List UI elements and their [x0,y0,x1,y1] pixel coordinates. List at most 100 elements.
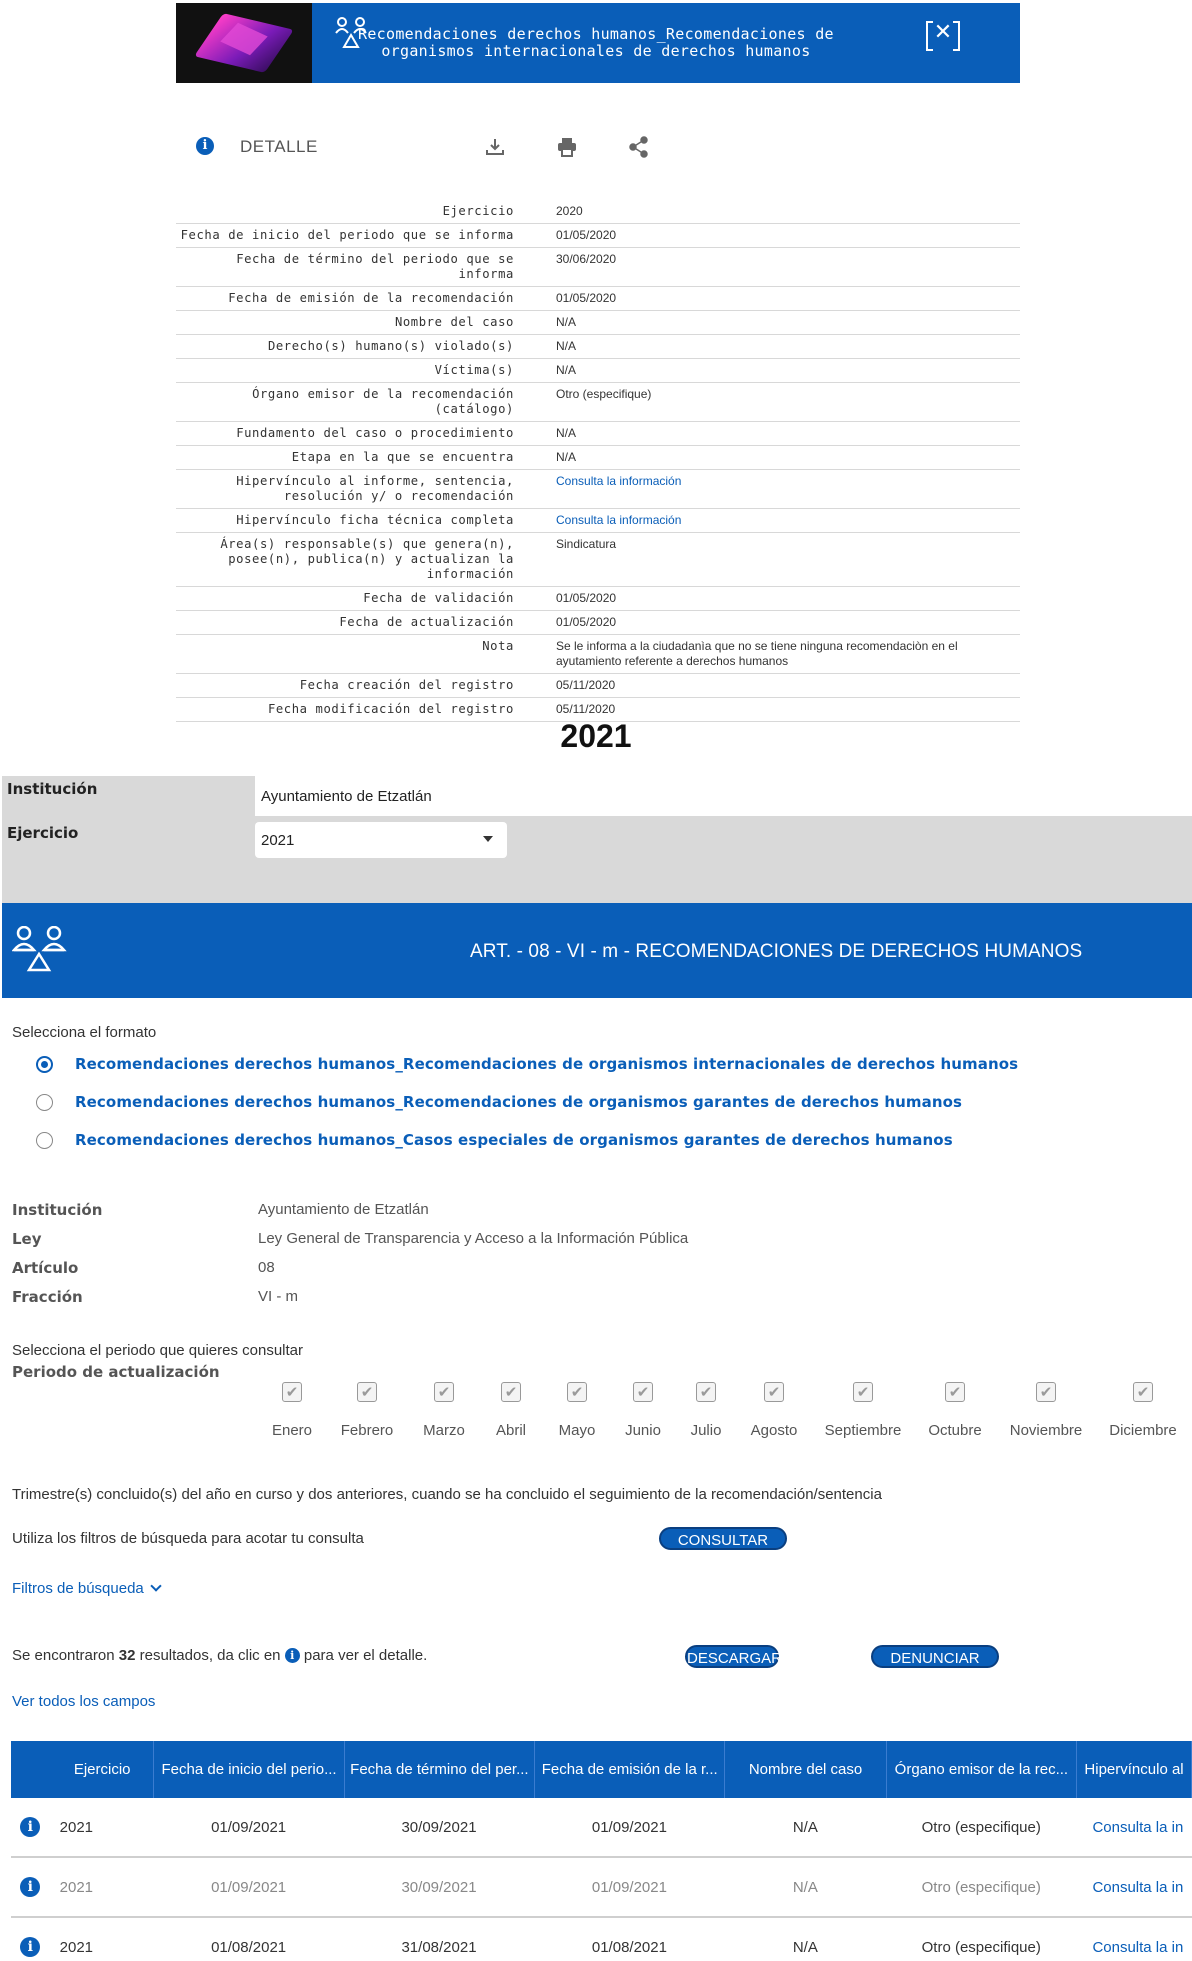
table-cell: Otro (especifique) [921,1938,1041,1956]
info-key: Institución [12,1201,103,1219]
info-icon[interactable]: i [20,1937,41,1957]
detail-value: 01/05/2020 [556,228,617,242]
search-hint: Utiliza los filtros de búsqueda para aco… [12,1530,364,1547]
table-cell: 01/08/2021 [591,1938,667,1956]
month-checkbox[interactable]: ✔ [633,1382,653,1402]
column-header[interactable]: Fecha de emisión de la r... [535,1741,726,1798]
month-checkbox[interactable]: ✔ [282,1382,302,1402]
detail-row: Órgano emisor de la recomendación (catál… [176,383,1020,422]
detail-row: Víctima(s) N/A [176,359,1020,383]
trimestre-text: Trimestre(s) concluido(s) del año en cur… [12,1486,882,1503]
descargar-button[interactable]: DESCARGAR [685,1645,782,1668]
print-icon[interactable] [556,136,578,158]
column-header[interactable]: Hipervínculo al [1077,1741,1192,1798]
table-cell: 30/09/2021 [401,1818,477,1836]
format-option-label[interactable]: Recomendaciones derechos humanos_Casos e… [75,1131,953,1149]
table-cell: 31/08/2021 [401,1938,477,1956]
detail-row: Fundamento del caso o procedimiento N/A [176,422,1020,446]
format-option[interactable]: Recomendaciones derechos humanos_Casos e… [36,1131,953,1149]
month-septiembre[interactable]: ✔ Septiembre [823,1382,903,1439]
share-icon[interactable] [628,136,650,158]
table-cell-link[interactable]: Consulta la in [1076,1879,1192,1896]
results-count: 32 [118,1647,136,1664]
detail-value: Otro (especifique) [556,387,652,401]
month-agosto[interactable]: ✔ Agosto [734,1382,814,1439]
month-checkbox[interactable]: ✔ [501,1382,521,1402]
info-icon[interactable]: i [20,1877,41,1897]
ejercicio-select[interactable]: 2021 [255,822,507,858]
denunciar-button[interactable]: DENUNCIAR [871,1645,999,1668]
detail-key: Derecho(s) humano(s) violado(s) [267,339,514,353]
table-cell: 01/08/2021 [211,1938,287,1956]
detail-value: 01/05/2020 [556,615,617,629]
chevron-down-icon [150,1580,162,1592]
detail-key: Fecha modificación del registro [267,702,514,716]
detail-value: N/A [556,339,577,353]
download-icon[interactable] [484,136,506,158]
modal-header: Recomendaciones derechos humanos_Recomen… [176,3,1020,83]
month-checkbox[interactable]: ✔ [567,1382,587,1402]
detail-key: Fecha de emisión de la recomendación [228,291,514,305]
format-option-label[interactable]: Recomendaciones derechos humanos_Recomen… [75,1093,962,1111]
month-checkbox[interactable]: ✔ [853,1382,873,1402]
month-enero[interactable]: ✔ Enero [252,1382,332,1439]
table-cell-link[interactable]: Consulta la in [1076,1939,1192,1956]
detail-value: N/A [556,315,577,329]
month-checkbox[interactable]: ✔ [1036,1382,1056,1402]
detail-row: Ejercicio 2020 [176,200,1020,224]
detail-row: Fecha de actualización 01/05/2020 [176,611,1020,635]
filtros-busqueda-link[interactable]: Filtros de búsqueda [12,1580,162,1597]
month-checkbox[interactable]: ✔ [764,1382,784,1402]
month-checkbox[interactable]: ✔ [434,1382,454,1402]
results-summary: Se encontraron 32 resultados, da clic en… [12,1647,428,1664]
month-checkbox[interactable]: ✔ [1133,1382,1153,1402]
column-header[interactable]: Fecha de inicio del perio... [154,1741,345,1798]
format-option[interactable]: Recomendaciones derechos humanos_Recomen… [36,1055,1018,1073]
radio-button[interactable] [36,1055,53,1073]
column-header[interactable]: Órgano emisor de la rec... [887,1741,1078,1798]
ver-todos-link[interactable]: Ver todos los campos [12,1693,155,1710]
table-cell: 01/09/2021 [211,1818,287,1836]
info-value: 08 [258,1259,275,1276]
consultar-button[interactable]: CONSULTAR [659,1527,787,1550]
people-scale-icon [335,17,367,48]
detail-key: Etapa en la que se encuentra [291,450,514,464]
column-header[interactable]: Nombre del caso [725,1741,887,1798]
detail-row: Hipervínculo ficha técnica completa Consu… [176,509,1020,533]
info-key: Ley [12,1230,42,1248]
month-octubre[interactable]: ✔ Octubre [915,1382,995,1439]
detail-link[interactable]: Consulta la información [524,474,1020,504]
info-value: Ayuntamiento de Etzatlán [258,1201,429,1218]
month-label: Octubre [928,1422,982,1439]
month-diciembre[interactable]: ✔ Diciembre [1103,1382,1183,1439]
detail-row: Fecha creación del registro 05/11/2020 [176,674,1020,698]
detalle-toolbar: i DETALLE [196,134,896,160]
period-prompt: Selecciona el periodo que quieres consul… [12,1342,304,1359]
month-noviembre[interactable]: ✔ Noviembre [1006,1382,1086,1439]
month-checkbox[interactable]: ✔ [945,1382,965,1402]
close-icon[interactable]: ✕ [926,21,960,51]
period-label: Periodo de actualización [12,1363,220,1381]
detail-value: 01/05/2020 [556,591,617,605]
radio-button[interactable] [36,1131,53,1149]
month-label: Enero [271,1422,313,1439]
detail-row: Área(s) responsable(s) que genera(n), po… [176,533,1020,587]
month-checkbox[interactable]: ✔ [696,1382,716,1402]
column-header[interactable]: Fecha de término del per... [345,1741,536,1798]
format-option-label[interactable]: Recomendaciones derechos humanos_Recomen… [75,1055,1018,1073]
info-icon[interactable]: i [20,1817,41,1837]
radio-button[interactable] [36,1093,53,1111]
detail-key: Órgano emisor de la recomendación (catál… [252,387,514,416]
month-checkbox[interactable]: ✔ [357,1382,377,1402]
month-febrero[interactable]: ✔ Febrero [327,1382,407,1439]
table-cell: 01/09/2021 [591,1878,667,1896]
ejercicio-select-value: 2021 [261,832,295,849]
table-cell-link[interactable]: Consulta la in [1076,1819,1192,1836]
detail-row: Fecha de término del periodo que se info… [176,248,1020,287]
format-option[interactable]: Recomendaciones derechos humanos_Recomen… [36,1093,962,1111]
month-label: Febrero [340,1422,394,1439]
column-header[interactable]: Ejercicio [11,1741,155,1798]
institucion-field[interactable]: Ayuntamiento de Etzatlán [255,776,1192,816]
table-cell: N/A [792,1818,818,1836]
detail-link[interactable]: Consulta la información [524,513,1020,528]
